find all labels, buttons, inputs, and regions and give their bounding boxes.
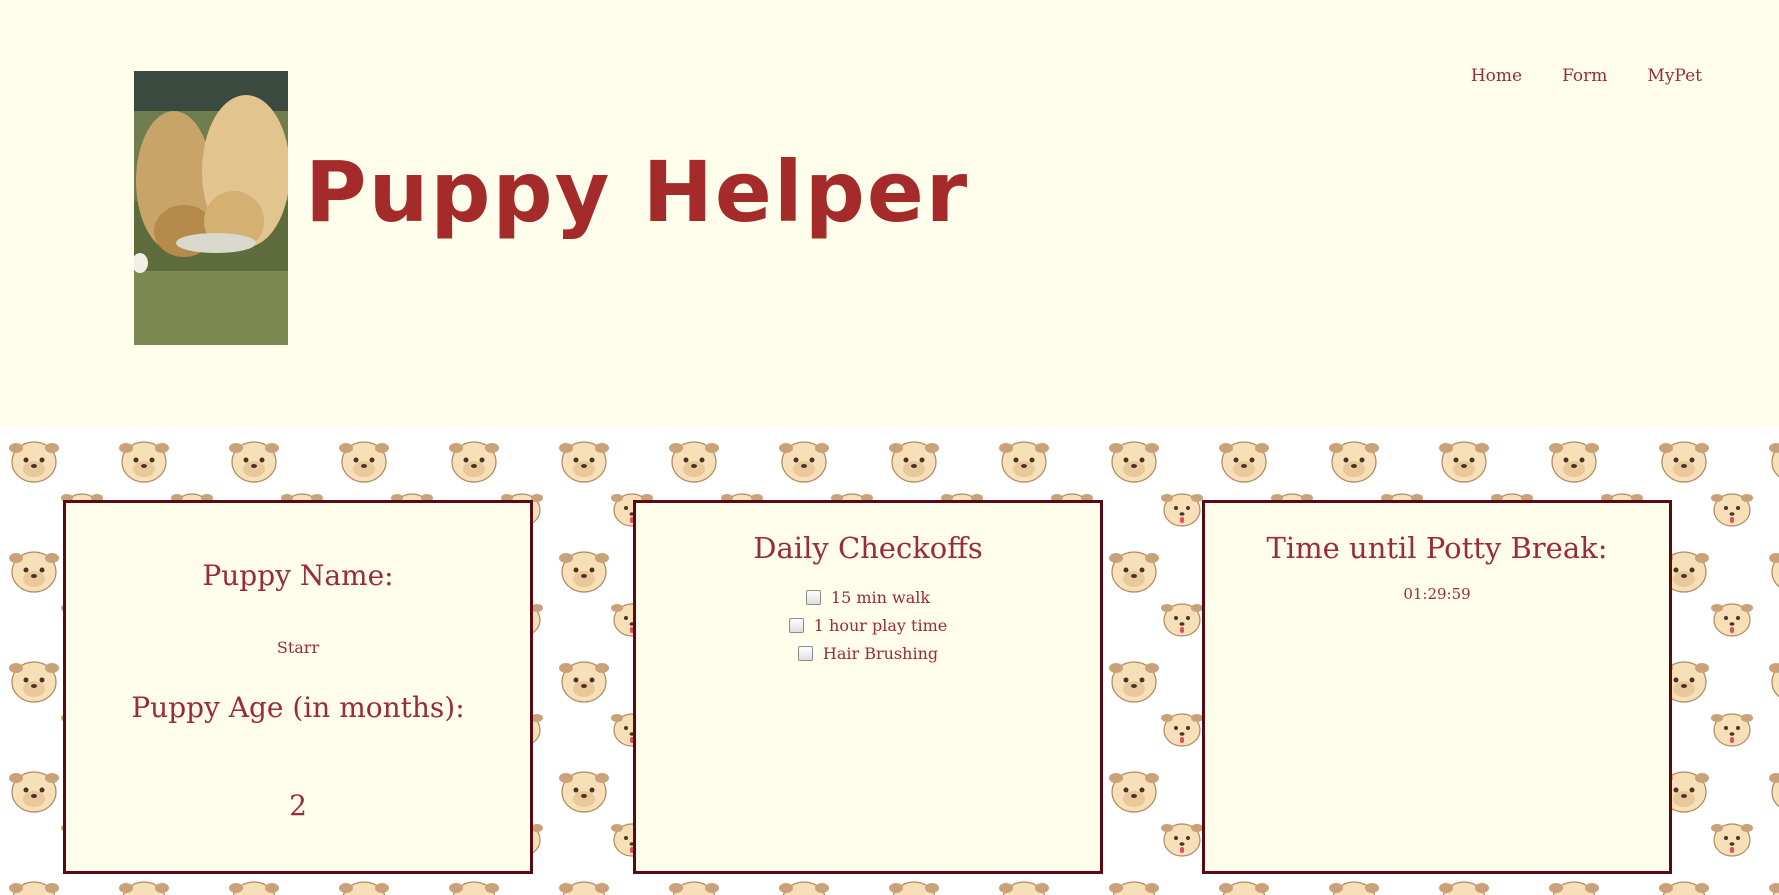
puppy-age-value: 2 xyxy=(289,789,307,822)
hair-brushing-checkbox[interactable] xyxy=(797,645,813,661)
nav-form-link[interactable]: Form xyxy=(1562,66,1607,86)
potty-timer-title: Time until Potty Break: xyxy=(1266,531,1608,565)
checkoff-item: 15 min walk xyxy=(636,583,1100,611)
page: Puppy Helper Home Form MyPet Puppy Name:… xyxy=(0,0,1779,895)
checkoff-item: Hair Brushing xyxy=(636,639,1100,667)
potty-timer-card: Time until Potty Break: 01:29:59 xyxy=(1202,500,1672,874)
puppy-name-label: Puppy Name: xyxy=(202,559,394,592)
pet-info-card: Puppy Name: Starr Puppy Age (in months):… xyxy=(63,500,533,874)
site-header: Puppy Helper Home Form MyPet xyxy=(0,0,1779,426)
site-title: Puppy Helper xyxy=(305,143,970,241)
main-nav: Home Form MyPet xyxy=(1471,66,1702,86)
checkoff-list: 15 min walk 1 hour play time Hair Brushi… xyxy=(636,583,1100,667)
puppy-name-value: Starr xyxy=(276,638,320,657)
walk-checkbox[interactable] xyxy=(805,589,821,605)
play-time-checkbox[interactable] xyxy=(788,617,804,633)
nav-mypet-link[interactable]: MyPet xyxy=(1647,66,1702,86)
daily-checkoffs-title: Daily Checkoffs xyxy=(753,531,983,565)
checkoff-item: 1 hour play time xyxy=(636,611,1100,639)
checkoff-label: Hair Brushing xyxy=(822,643,939,663)
nav-home-link[interactable]: Home xyxy=(1471,66,1522,86)
puppy-photo-graphic xyxy=(134,71,288,345)
puppy-age-label: Puppy Age (in months): xyxy=(131,691,465,724)
checkoff-label: 1 hour play time xyxy=(813,615,948,635)
checkoff-label: 15 min walk xyxy=(830,587,931,607)
potty-countdown: 01:29:59 xyxy=(1403,585,1471,603)
daily-checkoffs-card: Daily Checkoffs 15 min walk 1 hour play … xyxy=(633,500,1103,874)
puppy-photo xyxy=(134,71,288,345)
